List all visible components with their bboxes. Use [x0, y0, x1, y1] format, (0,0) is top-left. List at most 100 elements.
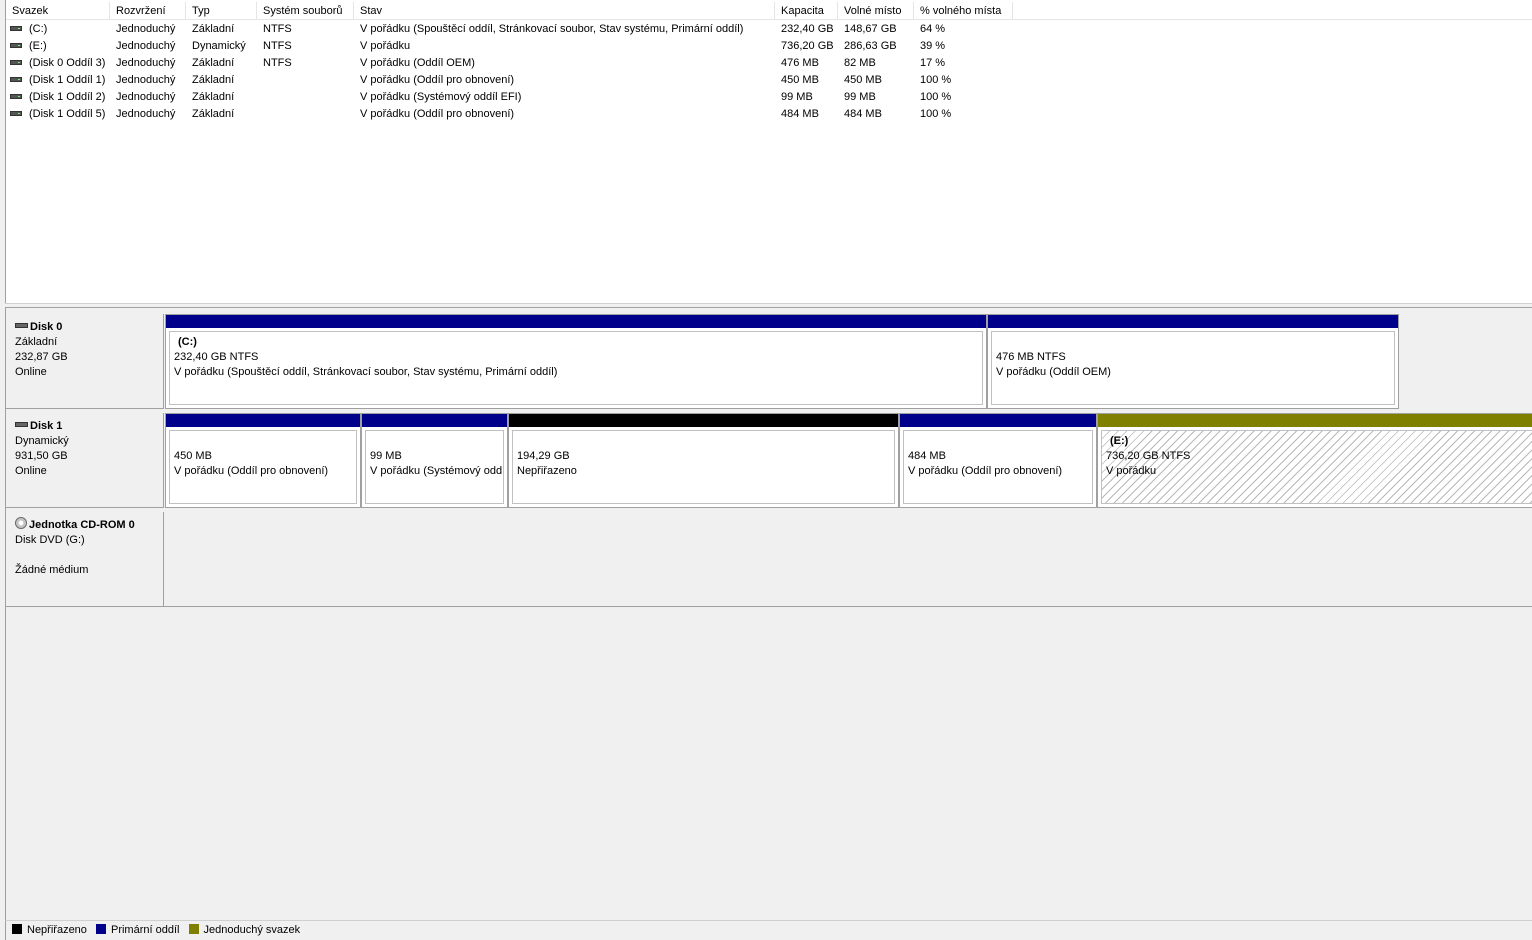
- partition-body: 484 MB V pořádku (Oddíl pro obnovení): [903, 430, 1093, 504]
- partition-c[interactable]: (C:) 232,40 GB NTFS V pořádku (Spouštěcí…: [165, 314, 987, 409]
- table-row[interactable]: (Disk 0 Oddíl 3) Jednoduchý Základní NTFS V …: [6, 55, 1016, 72]
- partition-status: V pořádku (Oddíl OEM): [996, 366, 1111, 378]
- volume-percent-free: 100 %: [920, 74, 952, 86]
- table-row[interactable]: (Disk 1 Oddíl 1) Jednoduchý Základní V pořá…: [6, 72, 1016, 89]
- partition-color-bar: [509, 414, 898, 427]
- disk-type: Základní: [15, 336, 58, 348]
- drive-icon: [10, 42, 22, 48]
- partition-volume-name: [908, 434, 1092, 449]
- column-header-volume[interactable]: Svazek: [6, 2, 110, 20]
- volume-free-space: 450 MB: [844, 74, 882, 86]
- partition-body: 450 MB V pořádku (Oddíl pro obnovení): [169, 430, 357, 504]
- partition-unallocated[interactable]: 194,29 GB Nepřiřazeno: [508, 413, 899, 508]
- drive-icon: [10, 76, 22, 82]
- legend-label: Primární oddíl: [110, 924, 180, 936]
- volume-percent-free: 100 %: [920, 91, 952, 103]
- partition-color-bar: [988, 315, 1398, 328]
- table-row[interactable]: (E:) Jednoduchý Dynamický NTFS V pořádku 736,…: [6, 38, 1016, 55]
- disk-row-disk-0: Disk 0 Základní 232,87 GB Online (C:) 23…: [6, 314, 1532, 410]
- partition-body: 194,29 GB Nepřiřazeno: [512, 430, 895, 504]
- volume-name: (E:): [6, 38, 110, 55]
- partition-status: V pořádku (Systémový oddíl EFI): [370, 465, 503, 477]
- partition-color-bar: [166, 414, 360, 427]
- volume-name-text: (Disk 1 Oddíl 1): [29, 74, 106, 86]
- column-header-free-space[interactable]: Volné místo: [838, 2, 914, 20]
- disk-row-disk-1: Disk 1 Dynamický 931,50 GB Online 450 MB…: [6, 413, 1532, 509]
- column-header-percent-free[interactable]: % volného místa: [914, 2, 1013, 20]
- volume-name-text: (E:): [29, 40, 47, 52]
- volume-name-text: (Disk 1 Oddíl 5): [29, 108, 106, 120]
- volume-filesystem: [257, 89, 354, 106]
- volume-name: (C:): [6, 21, 110, 38]
- table-row[interactable]: (C:) Jednoduchý Základní NTFS V pořádku (Spo…: [6, 21, 1016, 38]
- drive-icon: [10, 59, 22, 65]
- volume-layout: Jednoduchý: [116, 108, 176, 120]
- volume-name: (Disk 0 Oddíl 3): [6, 55, 110, 72]
- volume-layout: Jednoduchý: [116, 40, 176, 52]
- volume-filesystem: NTFS: [263, 40, 292, 52]
- volume-free-space: 82 MB: [844, 57, 876, 69]
- legend-swatch: [188, 924, 199, 935]
- table-row[interactable]: (Disk 1 Oddíl 5) Jednoduchý Základní V pořá…: [6, 106, 1016, 123]
- legend-label: Nepřiřazeno: [27, 924, 87, 936]
- disk-type: Disk DVD (G:): [15, 534, 85, 546]
- partition-disk1-2[interactable]: 99 MB V pořádku (Systémový oddíl EFI): [361, 413, 508, 508]
- partition-oem[interactable]: 476 MB NTFS V pořádku (Oddíl OEM): [987, 314, 1399, 409]
- volume-layout: Jednoduchý: [116, 57, 176, 69]
- disk-type: Dynamický: [15, 435, 69, 447]
- volume-percent-free: 64 %: [920, 23, 946, 35]
- drive-icon: [10, 93, 22, 99]
- volume-layout: Jednoduchý: [116, 74, 176, 86]
- disk-size: 232,87 GB: [15, 351, 68, 363]
- partition-status: Nepřiřazeno: [517, 465, 577, 477]
- disk-label-disk-1[interactable]: Disk 1 Dynamický 931,50 GB Online: [6, 413, 164, 508]
- disk-media: Žádné médium: [15, 564, 89, 576]
- legend-swatch: [95, 924, 106, 935]
- volume-free-space: 99 MB: [844, 91, 876, 103]
- legend-item-simple-volume: Jednoduchý svazek: [188, 921, 300, 939]
- partition-color-bar: [1098, 414, 1532, 427]
- volume-name: (Disk 1 Oddíl 1): [6, 72, 110, 89]
- volume-percent-free: 39 %: [920, 40, 946, 52]
- disk-state: Online: [15, 465, 47, 477]
- partition-volume-name: (C:): [178, 336, 197, 348]
- volume-filesystem: [257, 106, 354, 123]
- partition-volume-name: [517, 434, 894, 449]
- column-header-layout[interactable]: Rozvržení: [110, 2, 186, 20]
- volume-type: Základní: [192, 108, 235, 120]
- volume-capacity: 99 MB: [781, 91, 813, 103]
- volume-name: (Disk 1 Oddíl 5): [6, 106, 110, 123]
- partition-e[interactable]: (E:) 736,20 GB NTFS V pořádku: [1097, 413, 1532, 508]
- partition-disk1-1[interactable]: 450 MB V pořádku (Oddíl pro obnovení): [165, 413, 361, 508]
- partition-size: 476 MB NTFS: [996, 351, 1066, 363]
- legend: Nepřiřazeno Primární oddíl Jednoduchý sv…: [5, 920, 1532, 940]
- volume-free-space: 286,63 GB: [844, 40, 897, 52]
- partition-disk1-5[interactable]: 484 MB V pořádku (Oddíl pro obnovení): [899, 413, 1097, 508]
- legend-swatch: [12, 924, 22, 935]
- volume-status: V pořádku (Oddíl pro obnovení): [360, 108, 515, 120]
- volume-type: Základní: [192, 23, 235, 35]
- cdrom-area[interactable]: [164, 512, 1532, 607]
- volume-percent-free: 17 %: [920, 57, 946, 69]
- volume-layout: Jednoduchý: [116, 91, 176, 103]
- legend-item-primary: Primární oddíl: [95, 921, 180, 939]
- volume-filesystem: NTFS: [263, 57, 292, 69]
- volume-type: Základní: [192, 91, 235, 103]
- drive-icon: [10, 25, 22, 31]
- column-header-type[interactable]: Typ: [186, 2, 257, 20]
- table-row[interactable]: (Disk 1 Oddíl 2) Jednoduchý Základní V pořá…: [6, 89, 1016, 106]
- partition-volume-name: [370, 434, 503, 449]
- volume-percent-free: 100 %: [920, 108, 952, 120]
- volume-list[interactable]: Svazek Rozvržení Typ Systém souborů Stav…: [5, 0, 1532, 303]
- partition-volume-name: (E:): [1110, 435, 1129, 447]
- column-header-capacity[interactable]: Kapacita: [775, 2, 838, 20]
- volume-capacity: 736,20 GB: [781, 40, 834, 52]
- disk-label-cdrom[interactable]: Jednotka CD-ROM 0 Disk DVD (G:) Žádné mé…: [6, 512, 164, 607]
- column-header-filesystem[interactable]: Systém souborů: [257, 2, 354, 20]
- partition-volume-name: [996, 335, 1394, 350]
- volume-name-text: (C:): [29, 23, 48, 35]
- partition-color-bar: [900, 414, 1096, 427]
- disk-label-disk-0[interactable]: Disk 0 Základní 232,87 GB Online: [6, 314, 164, 409]
- partition-status: V pořádku (Oddíl pro obnovení): [908, 465, 1063, 477]
- column-header-status[interactable]: Stav: [354, 2, 775, 20]
